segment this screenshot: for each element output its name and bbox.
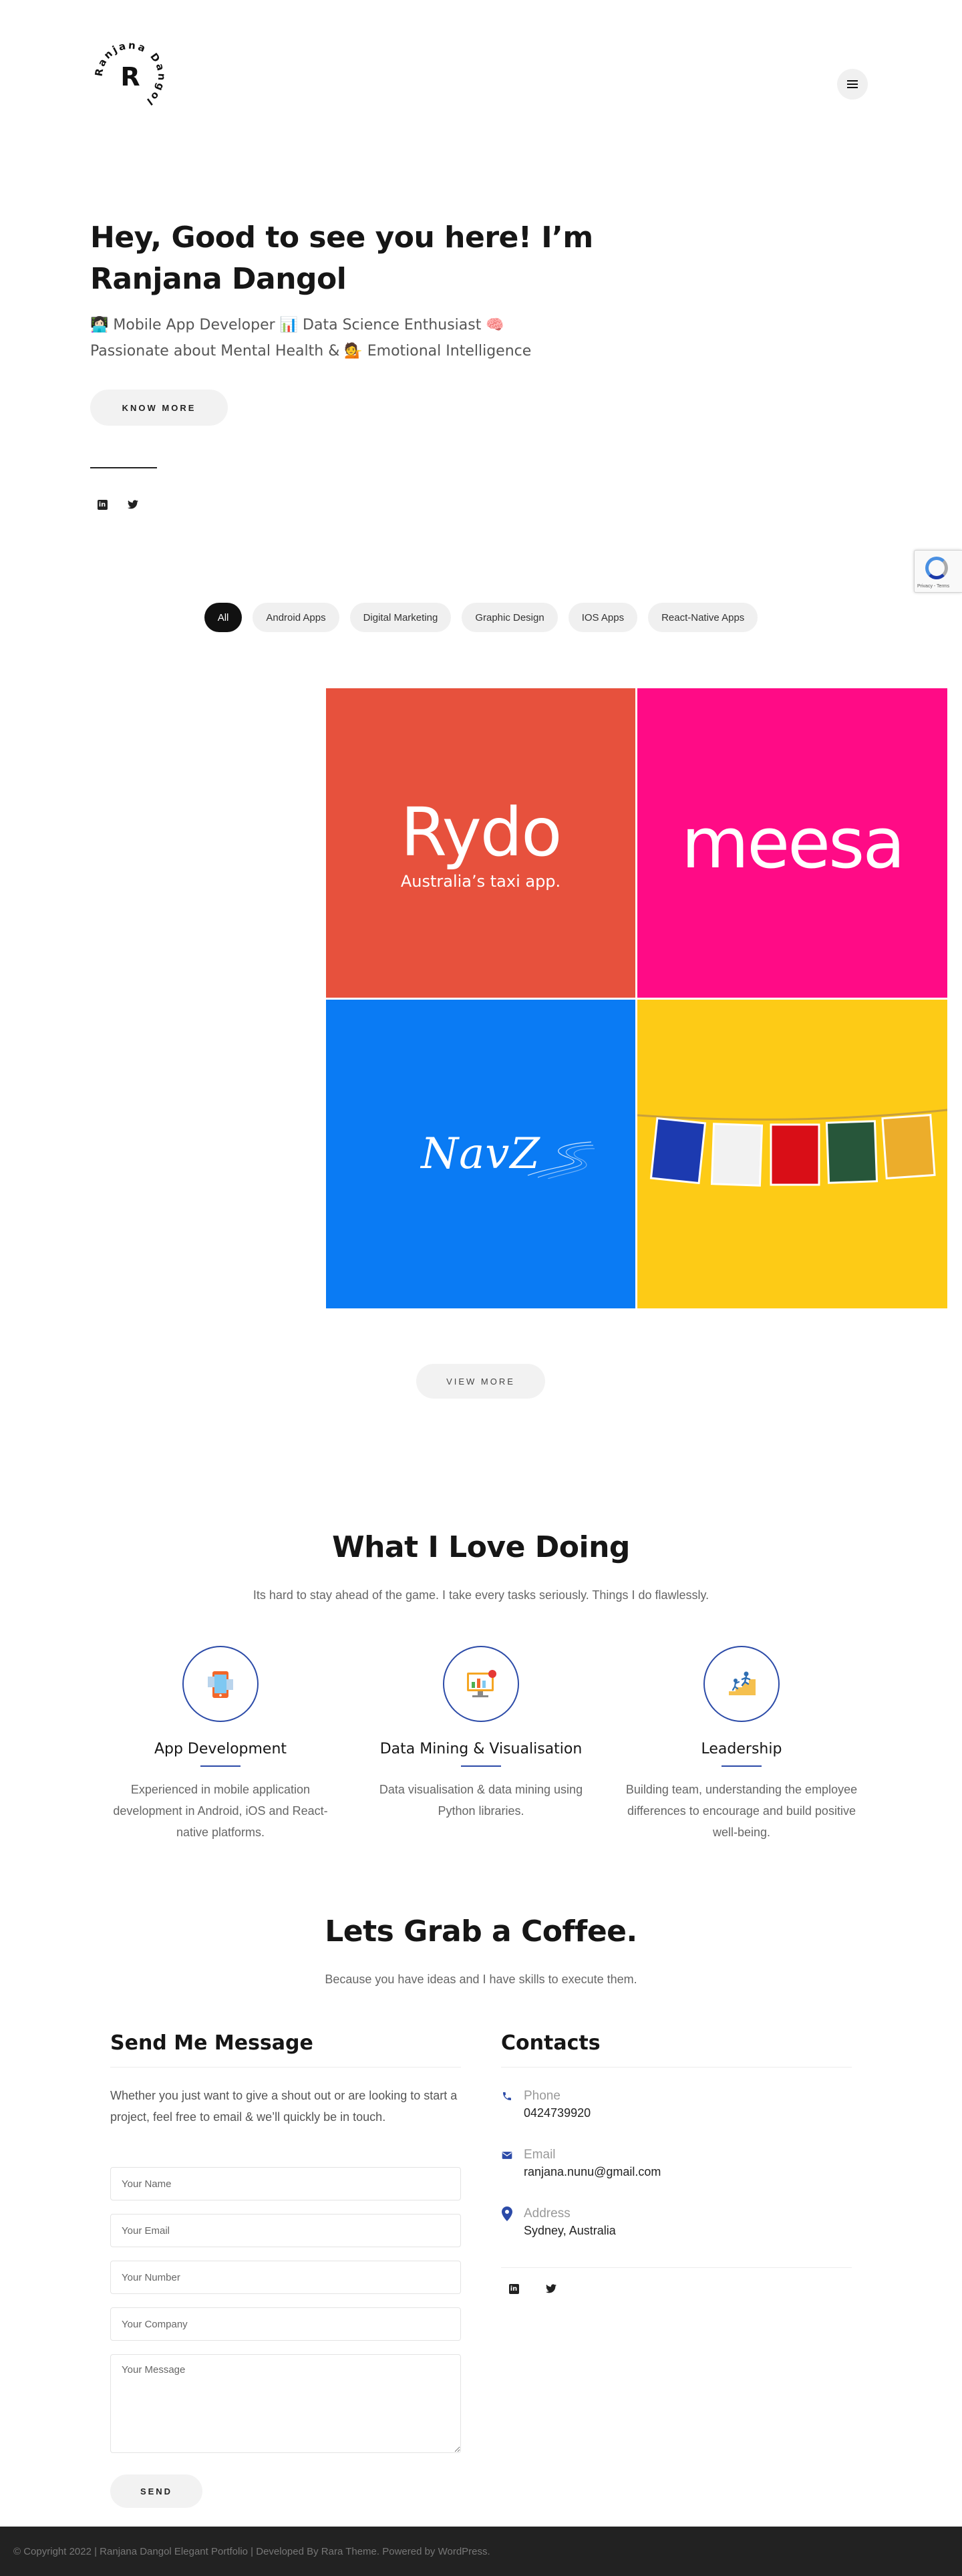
navz-logo: NavZ: [421, 1129, 595, 1179]
portfolio-item-navz[interactable]: NavZ: [326, 1000, 635, 1308]
prayer-flag: [881, 1113, 936, 1180]
service-icon-wrap: [443, 1646, 519, 1722]
menu-toggle-button[interactable]: [837, 69, 868, 100]
contact-address: Address Sydney, Australia: [500, 2206, 616, 2238]
linkedin-link[interactable]: in: [92, 494, 112, 515]
company-field[interactable]: [110, 2307, 461, 2341]
service-leadership: Leadership Building team, understanding …: [621, 1646, 862, 1843]
service-title: App Development: [154, 1741, 287, 1757]
logo-mark: Ranjana Dangol R: [93, 39, 166, 109]
email-label: Email: [524, 2148, 556, 2162]
services-subtitle: Its hard to stay ahead of the game. I ta…: [253, 1588, 709, 1602]
hero-subtitle-line: Passionate about Mental Health & 💁 Emoti…: [90, 343, 532, 360]
service-app-development: App Development Experienced in mobile ap…: [100, 1646, 341, 1843]
filter-android-apps[interactable]: Android Apps: [253, 603, 339, 632]
recaptcha-badge[interactable]: Privacy - Terms: [914, 550, 962, 593]
filter-react-native-apps[interactable]: React-Native Apps: [648, 603, 758, 632]
contact-title: Lets Grab a Coffee.: [325, 1914, 637, 1949]
service-divider: [722, 1765, 762, 1767]
recaptcha-links[interactable]: Privacy - Terms: [917, 584, 949, 589]
twitter-icon: [546, 2284, 556, 2293]
site-logo[interactable]: Ranjana Dangol R: [90, 37, 170, 117]
recaptcha-icon: [925, 557, 948, 579]
service-title: Leadership: [701, 1741, 782, 1757]
send-button[interactable]: SEND: [110, 2474, 202, 2508]
prayer-flag: [825, 1120, 878, 1184]
leadership-icon: [729, 1671, 756, 1695]
twitter-link[interactable]: [541, 2279, 561, 2299]
service-description: Data visualisation & data mining using P…: [379, 1783, 583, 1818]
contacts-heading: Contacts: [501, 2031, 601, 2055]
portfolio-filter-bar: All Android Apps Digital Marketing Graph…: [0, 603, 962, 632]
prayer-flag: [710, 1123, 764, 1187]
rydo-tagline: Australia’s taxi app.: [400, 871, 561, 891]
twitter-link[interactable]: [123, 494, 143, 515]
service-divider: [461, 1765, 501, 1767]
form-intro: Whether you just want to give a shout ou…: [110, 2089, 458, 2124]
name-field[interactable]: [110, 2167, 461, 2200]
portfolio-item-meesa[interactable]: meesa: [637, 688, 947, 998]
number-field[interactable]: [110, 2261, 461, 2294]
footer-copyright: © Copyright 2022 | Ranjana Dangol Elegan…: [13, 2545, 490, 2557]
message-field[interactable]: [110, 2354, 461, 2453]
hero-subtitle: 👩🏻‍💻 Mobile App Developer 📊 Data Science…: [90, 312, 691, 364]
linkedin-link[interactable]: in: [504, 2279, 524, 2299]
mobile-app-icon: [208, 1671, 233, 1698]
service-data-mining: Data Mining & Visualisation Data visuali…: [361, 1646, 601, 1822]
address-value: Sydney, Australia: [524, 2224, 616, 2237]
portfolio-item-rydo[interactable]: Rydo Australia’s taxi app.: [326, 688, 635, 998]
meesa-logo-text: meesa: [681, 802, 905, 884]
service-divider: [200, 1765, 240, 1767]
site-footer: © Copyright 2022 | Ranjana Dangol Elegan…: [0, 2527, 962, 2576]
hamburger-icon: [847, 84, 858, 85]
navz-road-icon: [527, 1141, 595, 1179]
service-title: Data Mining & Visualisation: [379, 1741, 583, 1757]
contact-subtitle: Because you have ideas and I have skills…: [325, 1973, 637, 1986]
hero-divider: [90, 467, 157, 468]
prayer-flag: [649, 1117, 707, 1185]
service-description: Experienced in mobile application develo…: [113, 1783, 328, 1839]
email-field[interactable]: [110, 2214, 461, 2247]
logo-letter: R: [120, 62, 140, 92]
services-title: What I Love Doing: [332, 1530, 630, 1564]
filter-all[interactable]: All: [204, 603, 243, 632]
service-icon-wrap: [703, 1646, 780, 1722]
rydo-logo-text: Rydo: [400, 793, 563, 871]
view-more-button[interactable]: VIEW MORE: [416, 1364, 545, 1399]
portfolio-item-prayer-flags[interactable]: [637, 1000, 947, 1308]
prayer-flag: [770, 1123, 820, 1186]
data-visualisation-icon: [467, 1670, 496, 1697]
phone-value[interactable]: 0424739920: [524, 2106, 591, 2120]
know-more-button[interactable]: KNOW MORE: [90, 390, 228, 426]
service-icon-wrap: [182, 1646, 259, 1722]
linkedin-icon: in: [508, 2283, 519, 2294]
prayer-flags-image: [637, 1109, 947, 1187]
contact-phone: Phone 0424739920: [500, 2089, 591, 2120]
contact-email: Email ranjana.nunu@gmail.com: [500, 2148, 661, 2179]
twitter-icon: [128, 500, 138, 509]
address-label: Address: [524, 2206, 571, 2221]
form-heading: Send Me Message: [110, 2031, 313, 2055]
filter-graphic-design[interactable]: Graphic Design: [462, 603, 558, 632]
hero-subtitle-line: 👩🏻‍💻 Mobile App Developer 📊 Data Science…: [90, 317, 504, 333]
service-description: Building team, understanding the employe…: [625, 1783, 858, 1839]
email-value[interactable]: ranjana.nunu@gmail.com: [524, 2165, 661, 2179]
filter-digital-marketing[interactable]: Digital Marketing: [349, 603, 452, 632]
map-pin-icon: [500, 2206, 514, 2221]
phone-icon: [500, 2089, 514, 2104]
linkedin-icon: in: [97, 499, 108, 510]
phone-label: Phone: [524, 2089, 560, 2103]
contacts-divider: [501, 2267, 852, 2268]
filter-ios-apps[interactable]: IOS Apps: [568, 603, 638, 632]
envelope-icon: [500, 2148, 514, 2162]
hero-title: Hey, Good to see you here! I’m Ranjana D…: [90, 221, 593, 296]
